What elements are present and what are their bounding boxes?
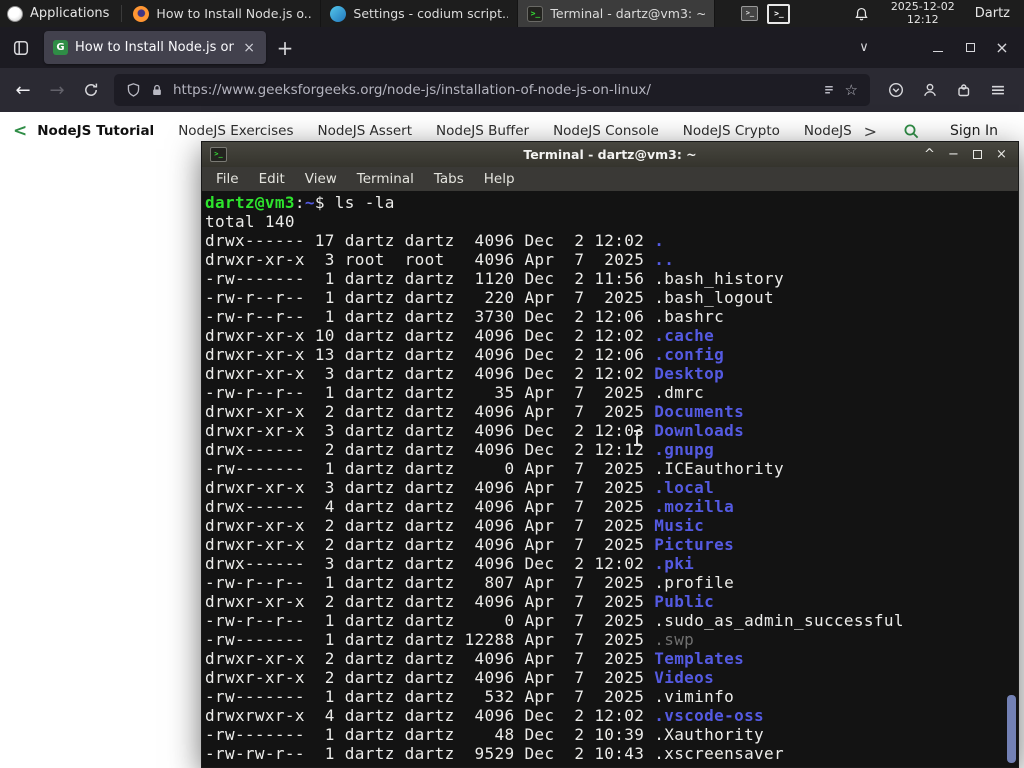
minimize-button[interactable]	[922, 33, 954, 63]
notifications-button[interactable]	[842, 6, 881, 22]
clock-date: 2025-12-02	[890, 0, 955, 13]
minimize-button[interactable]: −	[945, 146, 962, 163]
subnav-scroll-right-icon[interactable]: >	[852, 122, 889, 141]
taskbar-item-terminal[interactable]: >_ Terminal - dartz@vm3: ~	[518, 0, 716, 27]
taskbar-item-browser[interactable]: How to Install Node.js o...	[124, 0, 322, 27]
taskbar-item-title: Terminal - dartz@vm3: ~	[550, 6, 706, 21]
search-icon	[904, 124, 919, 138]
menu-edit[interactable]: Edit	[249, 169, 295, 189]
new-tab-button[interactable]: +	[270, 33, 300, 63]
lock-icon[interactable]	[150, 83, 164, 98]
terminal-window-icon: >_	[210, 147, 227, 162]
account-icon	[924, 83, 936, 97]
menu-file[interactable]: File	[206, 169, 249, 189]
forward-button[interactable]: →	[40, 73, 74, 107]
bell-icon	[855, 7, 868, 20]
tray-terminal-window-icon[interactable]: >_	[767, 3, 791, 24]
back-button[interactable]: ←	[6, 73, 40, 107]
shade-button[interactable]: ^	[921, 146, 938, 163]
firefox-view-button[interactable]	[6, 33, 36, 63]
maximize-button[interactable]	[954, 33, 986, 63]
subnav-item-buffer[interactable]: NodeJS Buffer	[436, 123, 529, 139]
menu-terminal[interactable]: Terminal	[347, 169, 424, 189]
firefox-icon	[133, 5, 150, 22]
browser-toolbar: ← → https://www.geeksforgeeks.org/node-j…	[0, 68, 1024, 112]
menu-view[interactable]: View	[295, 169, 347, 189]
clock-time: 12:12	[906, 12, 939, 26]
subnav-item-dns[interactable]: NodeJS DNS	[804, 123, 852, 139]
subnav-item-assert[interactable]: NodeJS Assert	[317, 123, 412, 139]
account-button[interactable]	[914, 74, 946, 106]
tray-terminal-icon[interactable]: >_	[741, 6, 759, 21]
terminal-menubar: File Edit View Terminal Tabs Help	[202, 167, 1018, 191]
subnav-scroll-left-icon[interactable]: <	[0, 121, 37, 141]
tab-favicon: G	[53, 40, 68, 55]
user-menu-button[interactable]: Dartz	[965, 6, 1024, 21]
terminal-window-controls: ^ − ×	[921, 146, 1010, 163]
terminal-window: >_ Terminal - dartz@vm3: ~ ^ − × File Ed…	[201, 141, 1019, 768]
window-controls: ×	[922, 33, 1018, 63]
desktop: Applications How to Install Node.js o...…	[0, 0, 1024, 768]
firefox-view-icon	[13, 40, 29, 55]
subnav-items: NodeJS Tutorial NodeJS Exercises NodeJS …	[37, 123, 851, 139]
taskbar-item-codium[interactable]: Settings - codium script...	[321, 0, 519, 27]
applications-label: Applications	[30, 6, 110, 21]
minimize-icon	[933, 50, 943, 52]
reader-mode-icon[interactable]	[821, 83, 836, 98]
menu-help[interactable]: Help	[474, 169, 525, 189]
mouse-text-cursor	[633, 430, 641, 446]
list-all-tabs-button[interactable]: ∨	[850, 34, 878, 62]
applications-icon	[7, 5, 23, 22]
subnav-item-crypto[interactable]: NodeJS Crypto	[683, 123, 780, 139]
user-name: Dartz	[974, 6, 1010, 21]
subnav-right: > Sign In	[852, 122, 1024, 141]
terminal-screen[interactable]: dartz@vm3:~$ ls -la total 140 drwx------…	[202, 191, 1018, 767]
extensions-puzzle-icon	[958, 84, 970, 97]
sign-in-button[interactable]: Sign In	[934, 123, 1024, 139]
tab-close-icon[interactable]: ×	[241, 40, 257, 56]
site-search-button[interactable]	[889, 123, 934, 140]
maximize-icon	[965, 43, 975, 52]
close-button[interactable]: ×	[993, 146, 1010, 163]
system-tray: >_ >_	[741, 0, 791, 27]
subnav-item-console[interactable]: NodeJS Console	[553, 123, 659, 139]
terminal-scrollbar-thumb[interactable]	[1007, 695, 1016, 763]
terminal-icon: >_	[527, 5, 544, 22]
pocket-icon	[888, 82, 904, 98]
terminal-titlebar: >_ Terminal - dartz@vm3: ~ ^ − ×	[202, 142, 1018, 167]
browser-tab-bar: G How to Install Node.js on... × + ∨ ×	[0, 27, 1024, 68]
address-bar[interactable]: https://www.geeksforgeeks.org/node-js/in…	[114, 74, 870, 106]
subnav-item-tutorial[interactable]: NodeJS Tutorial	[37, 123, 154, 139]
bookmark-star-icon[interactable]: ☆	[845, 81, 858, 99]
terminal-output[interactable]: dartz@vm3:~$ ls -la total 140 drwx------…	[202, 191, 1018, 763]
terminal-window-title: Terminal - dartz@vm3: ~	[523, 147, 697, 162]
reload-icon	[85, 83, 98, 96]
toolbar-right-icons: ≡	[880, 74, 1014, 106]
codium-icon	[330, 5, 347, 22]
pocket-button[interactable]	[880, 74, 912, 106]
subnav-item-exercises[interactable]: NodeJS Exercises	[178, 123, 293, 139]
menu-tabs[interactable]: Tabs	[424, 169, 474, 189]
taskbar-item-title: Settings - codium script...	[353, 6, 509, 21]
maximize-icon	[973, 150, 982, 159]
url-text: https://www.geeksforgeeks.org/node-js/in…	[173, 82, 651, 98]
top-panel: Applications How to Install Node.js o...…	[0, 0, 1024, 27]
clock[interactable]: 2025-12-02 12:12	[881, 0, 965, 26]
taskbar-item-title: How to Install Node.js o...	[156, 6, 312, 21]
extensions-button[interactable]	[948, 74, 980, 106]
applications-menu-button[interactable]: Applications	[0, 0, 119, 27]
tab-title: How to Install Node.js on...	[75, 40, 235, 55]
panel-status-area: 2025-12-02 12:12 Dartz	[842, 0, 1024, 27]
tracking-protection-shield-icon[interactable]	[126, 82, 141, 98]
close-button[interactable]: ×	[986, 33, 1018, 63]
panel-separator	[121, 5, 123, 22]
browser-tab[interactable]: G How to Install Node.js on... ×	[44, 31, 266, 64]
maximize-button[interactable]	[969, 146, 986, 163]
reload-button[interactable]	[74, 73, 108, 107]
app-menu-button[interactable]: ≡	[982, 74, 1014, 106]
